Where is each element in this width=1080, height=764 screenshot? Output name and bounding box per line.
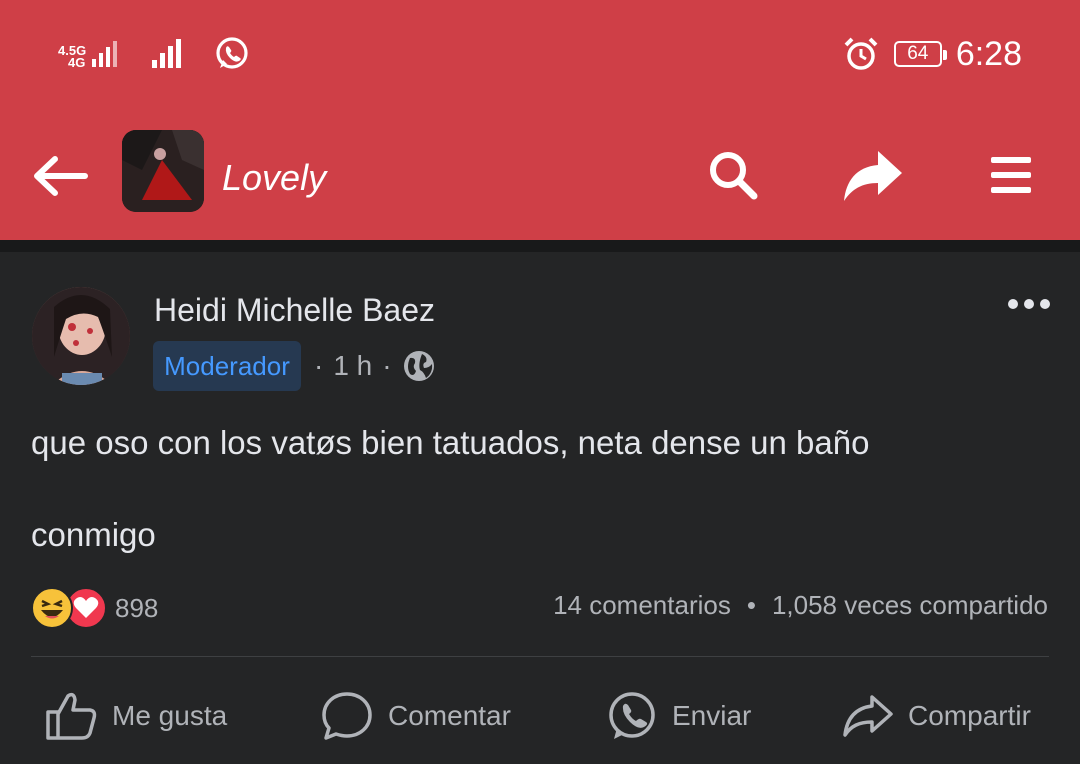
globe-icon [403, 351, 434, 381]
like-label: Me gusta [112, 700, 228, 731]
status-bar: 4.5G 4G 64 6:28 [0, 0, 1080, 110]
network-type-bottom: 4G [68, 55, 86, 70]
share-arrow-icon [843, 695, 893, 737]
signal-icon [152, 39, 182, 68]
avatar-image [32, 287, 130, 385]
post-actions: Me gusta Comentar Enviar Compartir [0, 678, 1080, 754]
battery-icon: 64 [893, 41, 947, 67]
share-count[interactable]: 1,058 veces compartido [772, 590, 1048, 621]
post-text-line: que oso con los vatøs bien tatuados, net… [31, 424, 870, 461]
status-right: 64 6:28 [842, 34, 1022, 74]
post-meta: · 1 h · [314, 349, 436, 383]
comment-count[interactable]: 14 comentarios [553, 590, 731, 621]
comment-label: Comentar [388, 700, 511, 731]
send-button[interactable]: Enviar [604, 678, 751, 754]
signal-icon [92, 41, 118, 67]
badge-label: Moderador [164, 350, 290, 381]
post-stats: 14 comentarios • 1,058 veces compartido [553, 590, 1048, 621]
comment-bubble-icon [322, 692, 372, 740]
like-button[interactable]: Me gusta [44, 678, 227, 754]
back-arrow-icon [34, 156, 88, 196]
battery-level: 64 [907, 43, 929, 64]
heart-icon [73, 597, 99, 618]
actions-divider [31, 656, 1049, 657]
clock: 6:28 [955, 34, 1022, 73]
reaction-summary[interactable]: 898 [31, 586, 158, 630]
comment-button[interactable]: Comentar [320, 678, 511, 754]
moderator-badge: Moderador [153, 341, 301, 391]
whatsapp-icon [216, 37, 248, 69]
post-text-line: conmigo [31, 516, 156, 553]
send-label: Enviar [672, 700, 752, 731]
meta-dot: · [314, 350, 324, 381]
share-button[interactable] [838, 140, 908, 210]
back-button[interactable] [28, 144, 92, 208]
meta-dot: · [382, 350, 392, 381]
network-indicator: 4.5G 4G [58, 39, 122, 69]
menu-icon [991, 157, 1031, 193]
status-left: 4.5G 4G [58, 34, 250, 74]
haha-reaction-icon [31, 587, 73, 629]
alarm-icon [844, 37, 878, 70]
header-divider [0, 240, 1080, 252]
share-action-button[interactable]: Compartir [842, 678, 1031, 754]
stats-separator: • [746, 590, 756, 620]
group-avatar[interactable] [122, 130, 204, 212]
search-icon [710, 152, 758, 200]
more-options-button[interactable] [1000, 282, 1058, 326]
whatsapp-icon [609, 692, 655, 739]
share-label: Compartir [908, 700, 1031, 731]
avatar[interactable] [32, 287, 130, 385]
author-name[interactable]: Heidi Michelle Baez [154, 292, 435, 329]
thumbs-up-icon [46, 692, 97, 740]
post-time[interactable]: 1 h [333, 350, 372, 382]
more-dots-icon [1008, 299, 1050, 309]
search-button[interactable] [698, 140, 768, 210]
group-avatar-image [122, 130, 204, 212]
menu-button[interactable] [976, 140, 1046, 210]
reaction-count: 898 [115, 592, 159, 623]
share-icon [844, 151, 902, 201]
group-name[interactable]: Lovely [222, 157, 326, 199]
haha-face-icon [34, 590, 70, 626]
network-label: 4.5G 4G [58, 44, 86, 70]
